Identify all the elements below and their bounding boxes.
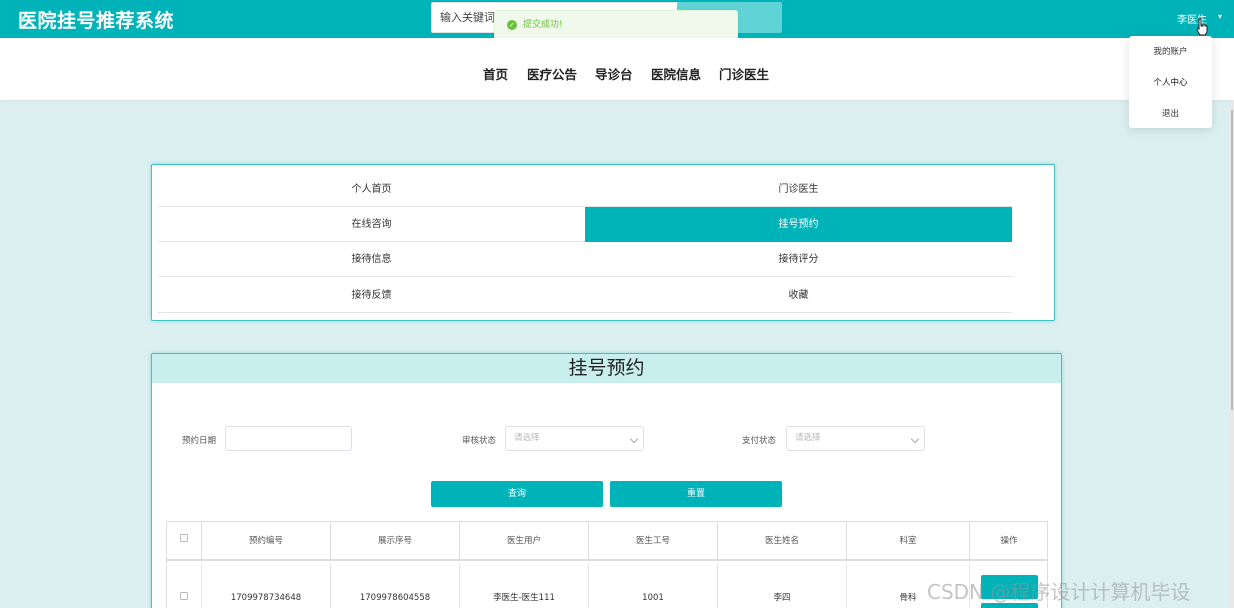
select-all-cell <box>167 522 202 561</box>
dropdown-item-logout[interactable]: 退出 <box>1129 107 1212 119</box>
audit-status-select[interactable]: 请选择 <box>505 426 644 451</box>
check-circle-icon: ✓ <box>507 20 517 30</box>
success-toast: ✓ 提交成功! <box>494 10 738 40</box>
header-department[interactable]: 科室 <box>847 522 970 561</box>
main-nav: 首页 医疗公告 导诊台 医院信息 门诊医生 <box>0 38 1234 100</box>
pay-status-select[interactable]: 请选择 <box>786 426 925 451</box>
personal-menu: 个人首页 门诊医生 在线咨询 挂号预约 接待信息 接待评分 接待反馈 收藏 <box>151 164 1055 321</box>
cell-display-no: 1709978604558 <box>331 563 460 608</box>
menu-item-online-consult[interactable]: 在线咨询 <box>158 207 585 242</box>
cell-doctor-user: 李医生-医生111 <box>460 563 589 608</box>
menu-item-reception-info[interactable]: 接待信息 <box>158 242 585 277</box>
header-appointment-no[interactable]: 预约编号 <box>202 522 331 561</box>
header-doctor-id[interactable]: 医生工号 <box>589 522 718 561</box>
nav-item-announcements[interactable]: 医疗公告 <box>527 64 577 83</box>
scrollbar-thumb[interactable] <box>1231 110 1233 410</box>
select-all-checkbox[interactable] <box>180 534 188 542</box>
appointment-panel: 挂号预约 预约日期 审核状态 请选择 支付状态 请选择 查询 重置 预约编号 展… <box>151 353 1062 608</box>
chevron-down-icon <box>629 434 639 444</box>
cell-doctor-id: 1001 <box>589 563 718 608</box>
reset-button[interactable]: 重置 <box>610 481 782 507</box>
header-doctor-user[interactable]: 医生用户 <box>460 522 589 561</box>
caret-down-icon[interactable]: ▾ <box>1218 12 1222 21</box>
row-select-cell <box>167 563 202 608</box>
audit-status-placeholder: 请选择 <box>514 433 540 443</box>
nav-item-home[interactable]: 首页 <box>483 64 508 83</box>
nav-item-doctors[interactable]: 门诊医生 <box>719 64 769 83</box>
row-checkbox[interactable] <box>180 592 188 600</box>
pay-status-label: 支付状态 <box>742 436 777 446</box>
menu-item-reception-feedback[interactable]: 接待反馈 <box>158 278 585 313</box>
cell-appointment-no: 1709978734648 <box>202 563 331 608</box>
cell-doctor-name: 李四 <box>718 563 847 608</box>
hand-cursor-icon <box>1196 18 1208 36</box>
brand-title: 医院挂号推荐系统 <box>18 10 175 32</box>
pay-status-placeholder: 请选择 <box>795 433 821 443</box>
header-actions: 操作 <box>970 522 1048 561</box>
toast-message: 提交成功! <box>523 20 563 30</box>
header-doctor-name[interactable]: 医生姓名 <box>718 522 847 561</box>
user-dropdown: 我的账户 个人中心 退出 <box>1129 36 1212 128</box>
query-button[interactable]: 查询 <box>431 481 603 507</box>
menu-item-favorites[interactable]: 收藏 <box>585 278 1012 313</box>
dropdown-item-profile[interactable]: 个人中心 <box>1129 76 1212 88</box>
date-label: 预约日期 <box>182 436 217 446</box>
menu-item-personal-home[interactable]: 个人首页 <box>158 172 585 207</box>
appointment-table: 预约编号 展示序号 医生用户 医生工号 医生姓名 科室 操作 170997873… <box>166 521 1048 608</box>
menu-item-doctors[interactable]: 门诊医生 <box>585 172 1012 207</box>
audit-status-label: 审核状态 <box>462 436 497 446</box>
chevron-down-icon <box>910 434 920 444</box>
dropdown-item-my-account[interactable]: 我的账户 <box>1129 45 1212 57</box>
watermark: CSDN @程序设计计算机毕设 <box>927 580 1191 604</box>
nav-item-guide-desk[interactable]: 导诊台 <box>595 64 633 83</box>
panel-title: 挂号预约 <box>152 354 1061 383</box>
menu-item-reception-rating[interactable]: 接待评分 <box>585 242 1012 277</box>
nav-item-hospital-info[interactable]: 医院信息 <box>651 64 701 83</box>
date-input[interactable] <box>225 426 352 451</box>
menu-item-appointment[interactable]: 挂号预约 <box>585 207 1012 242</box>
header-display-no[interactable]: 展示序号 <box>331 522 460 561</box>
